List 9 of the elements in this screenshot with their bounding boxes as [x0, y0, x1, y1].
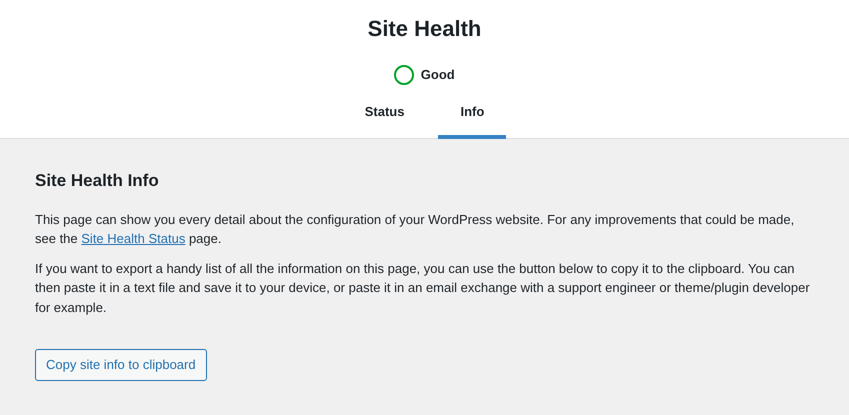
- status-link[interactable]: Site Health Status: [81, 231, 186, 246]
- section-heading: Site Health Info: [35, 170, 160, 191]
- export-paragraph: If you want to export a handy list of all the information on this page, you can use the button below to copy it to the clipboard. You can then paste it in a text file and save it to your device, or paste it in an email exchange with a support engineer or theme/plugin developer for example.: [35, 260, 811, 317]
- tab[interactable]: Status: [342, 96, 426, 138]
- intro-paragraph: This page can show you every detail about the configuration of your WordPress website. For any improvements that could be made, see the Site Health Status page.: [35, 210, 796, 248]
- tab[interactable]: Info: [438, 96, 506, 138]
- page-title: Site Health: [366, 15, 482, 43]
- status-label: Good: [420, 66, 455, 84]
- copy-button[interactable]: Copy site info to clipboard: [35, 349, 207, 381]
